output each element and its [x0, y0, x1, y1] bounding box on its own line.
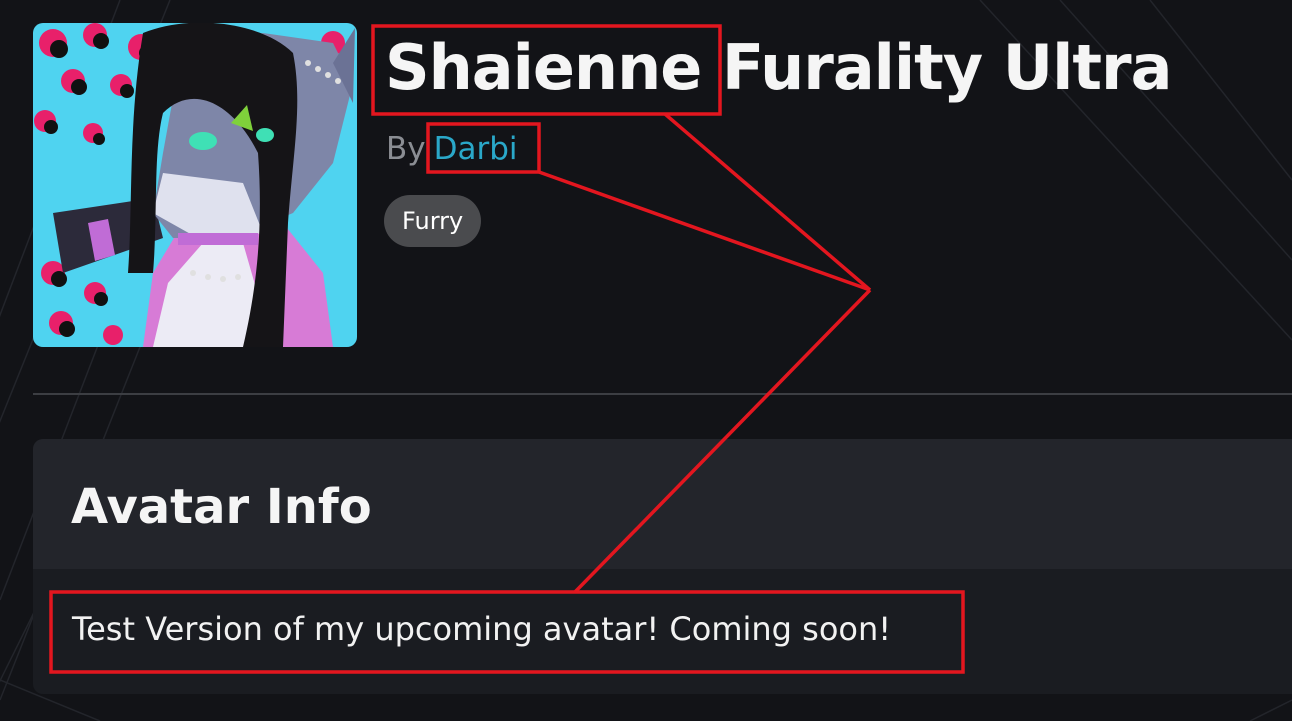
- byline-prefix: By: [386, 131, 426, 167]
- card-title: Avatar Info: [71, 479, 372, 535]
- card-header: Avatar Info: [33, 439, 1292, 569]
- author-link[interactable]: Darbi: [434, 131, 518, 167]
- avatar-thumbnail[interactable]: [33, 23, 357, 347]
- author-byline: By Darbi: [386, 128, 518, 170]
- avatar-image: [33, 23, 357, 347]
- section-divider: [33, 393, 1292, 395]
- page: Shaienne Furality Ultra By Darbi Furry Av…: [0, 0, 1292, 721]
- avatar-info-card: Avatar Info Test Version of my upcoming …: [33, 439, 1292, 694]
- category-tag[interactable]: Furry: [384, 195, 482, 247]
- avatar-title: Shaienne Furality Ultra: [385, 31, 1172, 104]
- avatar-description: Test Version of my upcoming avatar! Comi…: [72, 610, 892, 648]
